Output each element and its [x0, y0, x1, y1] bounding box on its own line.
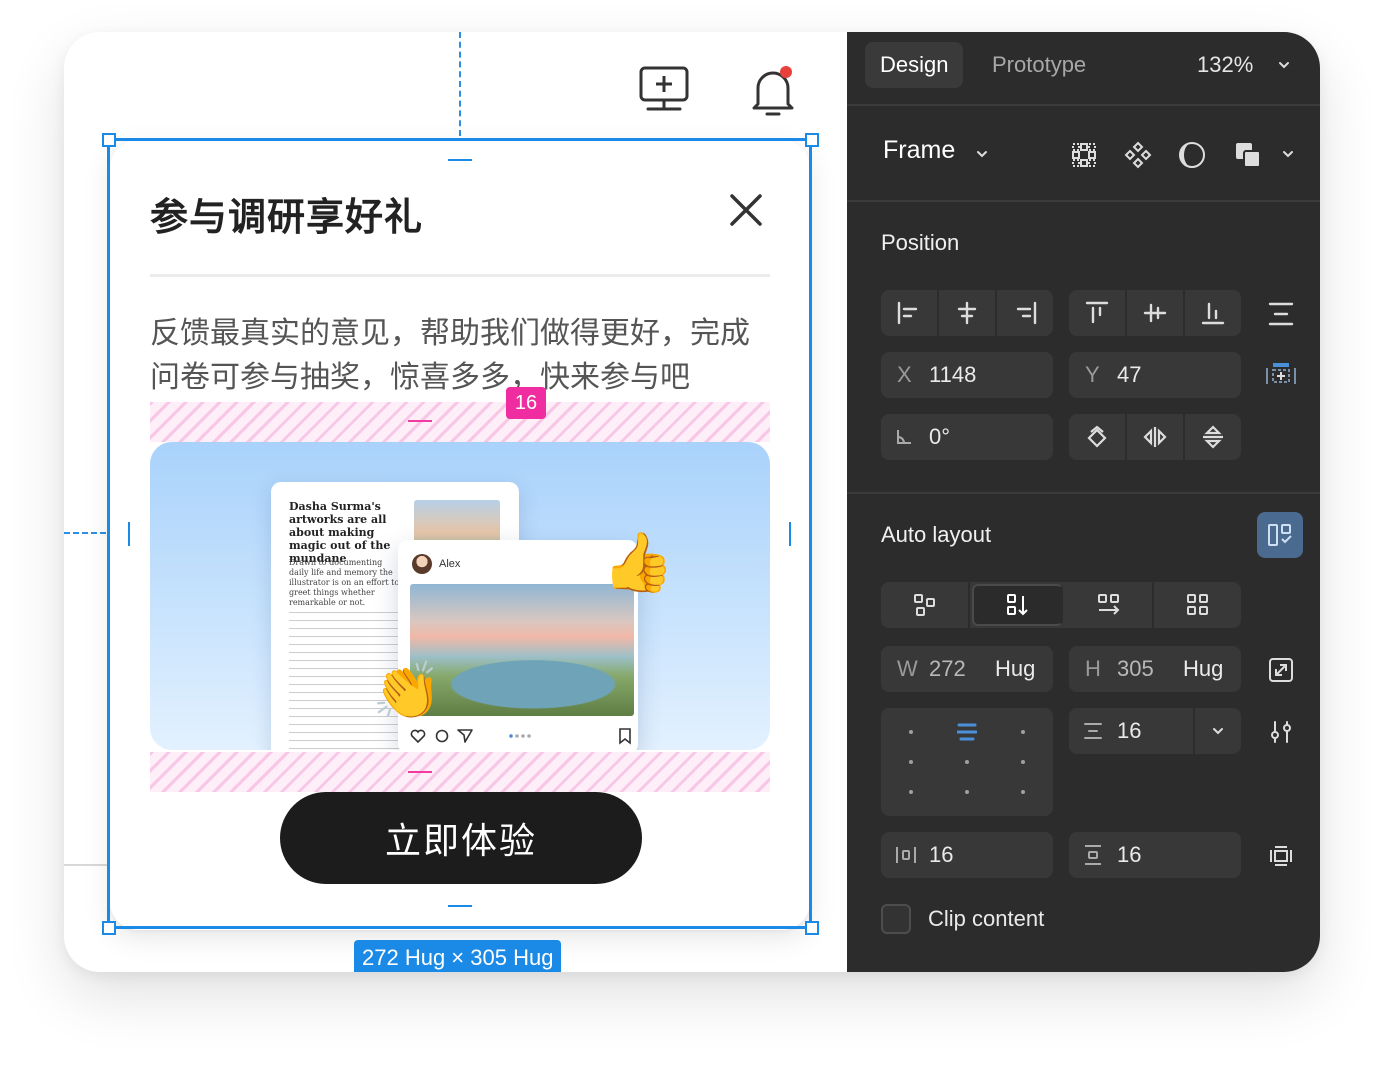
- alignment-grid[interactable]: [881, 708, 1053, 816]
- advanced-layout-settings-icon[interactable]: [1263, 714, 1299, 750]
- y-label: Y: [1085, 362, 1100, 387]
- design-canvas[interactable]: 参与调研享好礼 反馈最真实的意见，帮助我们做得更好，完成问卷可参与抽奖，惊喜多多…: [64, 32, 847, 972]
- gap-value[interactable]: 16: [1117, 718, 1141, 744]
- padding-tick-right: [789, 522, 791, 546]
- selection-box[interactable]: [107, 138, 812, 929]
- component-icon[interactable]: [1121, 138, 1155, 172]
- position-section-title: Position: [881, 230, 960, 255]
- auto-layout-suggest-icon[interactable]: [1257, 512, 1303, 558]
- angle-icon: [895, 428, 929, 446]
- chevron-down-icon[interactable]: [1277, 59, 1291, 71]
- horizontal-align-group: [881, 290, 1053, 336]
- layout-grid-icon[interactable]: [1154, 582, 1241, 628]
- monitor-plus-icon[interactable]: [636, 64, 692, 116]
- align-right-icon[interactable]: [997, 290, 1053, 336]
- auto-layout-section-title: Auto layout: [881, 522, 992, 547]
- h-label: H: [1085, 656, 1101, 681]
- gap-field[interactable]: 16: [1069, 708, 1193, 754]
- tab-design[interactable]: Design: [865, 42, 964, 88]
- zoom-level[interactable]: 132%: [1197, 42, 1253, 88]
- canvas-edge-line: [64, 864, 108, 866]
- transform-group: [1069, 414, 1241, 460]
- w-label: W: [897, 656, 918, 681]
- height-value[interactable]: 305: [1117, 656, 1183, 682]
- align-vertical-center-icon[interactable]: [1127, 290, 1185, 336]
- chevron-down-icon[interactable]: [975, 148, 989, 160]
- width-mode[interactable]: Hug: [995, 656, 1035, 682]
- flip-horizontal-icon[interactable]: [1127, 414, 1185, 460]
- bell-icon[interactable]: [748, 62, 798, 118]
- divider: [847, 200, 1320, 202]
- width-value[interactable]: 272: [929, 656, 995, 682]
- individual-padding-icon[interactable]: [1263, 838, 1299, 874]
- align-horizontal-center-icon[interactable]: [939, 290, 997, 336]
- align-top-center-icon[interactable]: [957, 722, 977, 742]
- divider: [847, 492, 1320, 494]
- vertical-padding-field[interactable]: 16: [1069, 832, 1241, 878]
- y-position-field[interactable]: Y 47: [1069, 352, 1241, 398]
- height-mode[interactable]: Hug: [1183, 656, 1223, 682]
- rotation-value[interactable]: 0°: [929, 424, 950, 450]
- width-field[interactable]: W 272 Hug: [881, 646, 1053, 692]
- vertical-padding-value[interactable]: 16: [1117, 842, 1141, 868]
- size-label: 272 Hug × 305 Hug: [354, 940, 562, 972]
- grid-icon[interactable]: [1067, 138, 1101, 172]
- mask-icon[interactable]: [1175, 138, 1209, 172]
- x-label: X: [897, 362, 912, 387]
- divider: [847, 104, 1320, 106]
- align-bottom-icon[interactable]: [1185, 290, 1241, 336]
- flip-vertical-icon[interactable]: [1185, 414, 1241, 460]
- clip-content-label: Clip content: [928, 906, 1045, 931]
- resize-handle-top-right[interactable]: [805, 133, 819, 147]
- align-top-icon[interactable]: [1069, 290, 1127, 336]
- padding-tick-bottom: [448, 905, 472, 907]
- vertical-guide: [459, 32, 461, 136]
- resize-handle-bottom-left[interactable]: [102, 921, 116, 935]
- padding-tick-left: [128, 522, 130, 546]
- horizontal-guide: [64, 532, 106, 534]
- chevron-down-icon: [1213, 728, 1223, 735]
- distribute-spacing-icon[interactable]: [1263, 296, 1299, 332]
- x-position-field[interactable]: X 1148: [881, 352, 1053, 398]
- horizontal-padding-value[interactable]: 16: [929, 842, 953, 868]
- constraints-icon[interactable]: [1263, 358, 1299, 394]
- boolean-union-icon[interactable]: [1231, 138, 1265, 172]
- gap-dropdown[interactable]: [1195, 708, 1241, 754]
- app-window: 参与调研享好礼 反馈最真实的意见，帮助我们做得更好，完成问卷可参与抽奖，惊喜多多…: [64, 32, 1320, 972]
- rotate-icon[interactable]: [1069, 414, 1127, 460]
- padding-tick-top: [448, 159, 472, 161]
- layout-direction-group: [881, 582, 1241, 628]
- x-value[interactable]: 1148: [929, 362, 976, 388]
- tab-prototype[interactable]: Prototype: [977, 42, 1101, 88]
- layout-freeform-icon[interactable]: [881, 582, 970, 628]
- chevron-down-icon[interactable]: [1281, 148, 1295, 160]
- align-left-icon[interactable]: [881, 290, 939, 336]
- y-value[interactable]: 47: [1117, 362, 1141, 388]
- notification-dot-icon: [780, 66, 792, 78]
- horizontal-padding-field[interactable]: 16: [881, 832, 1053, 878]
- rotation-field[interactable]: 0°: [881, 414, 1053, 460]
- clip-content-checkbox[interactable]: [881, 904, 911, 934]
- resize-handle-bottom-right[interactable]: [805, 921, 819, 935]
- properties-panel: Design Prototype 132% Frame Position X 1…: [847, 32, 1320, 972]
- horizontal-padding-icon: [895, 845, 929, 865]
- frame-type-label[interactable]: Frame: [883, 136, 955, 165]
- height-field[interactable]: H 305 Hug: [1069, 646, 1241, 692]
- vertical-gap-icon: [1083, 722, 1117, 740]
- resize-to-fit-icon[interactable]: [1263, 652, 1299, 688]
- layout-vertical-icon[interactable]: [972, 584, 1063, 626]
- resize-handle-top-left[interactable]: [102, 133, 116, 147]
- vertical-align-group: [1069, 290, 1241, 336]
- layout-horizontal-icon[interactable]: [1065, 582, 1154, 628]
- vertical-padding-icon: [1083, 844, 1117, 866]
